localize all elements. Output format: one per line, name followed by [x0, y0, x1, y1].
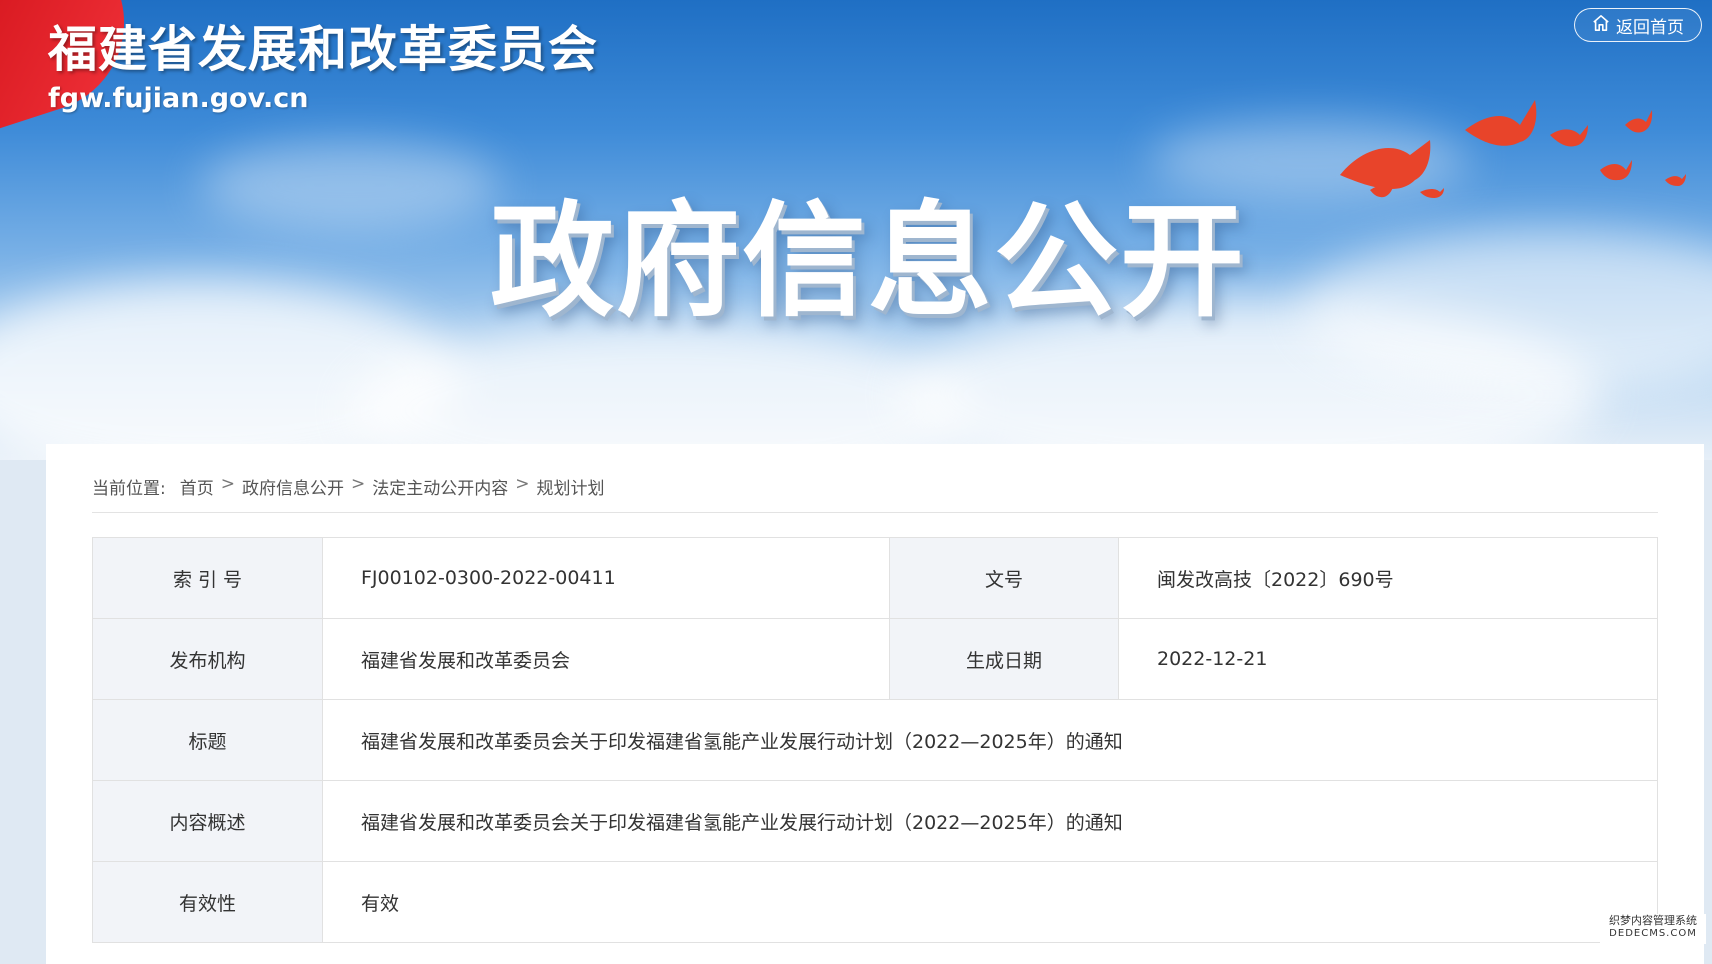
- breadcrumb-label: 当前位置:: [92, 479, 166, 499]
- title-value: 福建省发展和改革委员会关于印发福建省氢能产业发展行动计划（2022—2025年）…: [322, 699, 1658, 781]
- validity-value: 有效: [322, 861, 1658, 943]
- breadcrumb-home[interactable]: 首页: [180, 474, 214, 499]
- watermark-line2: DEDECMS.COM: [1609, 928, 1697, 939]
- site-logo[interactable]: 福建省发展和改革委员会 fgw.fujian.gov.cn: [48, 10, 598, 114]
- header-banner: 福建省发展和改革委员会 fgw.fujian.gov.cn 返回首页 政府信息公…: [0, 0, 1712, 460]
- index-value: FJ00102-0300-2022-00411: [322, 537, 890, 619]
- table-row: 发布机构 福建省发展和改革委员会 生成日期 2022-12-21: [92, 618, 1658, 700]
- cms-watermark: 织梦内容管理系统 DEDECMS.COM: [1600, 914, 1706, 944]
- publisher-value: 福建省发展和改革委员会: [322, 618, 890, 700]
- docnum-value: 闽发改高技〔2022〕690号: [1118, 537, 1658, 619]
- summary-label: 内容概述: [92, 780, 323, 862]
- table-row: 有效性 有效: [92, 861, 1658, 943]
- title-label: 标题: [92, 699, 323, 781]
- site-name: 福建省发展和改革委员会: [48, 20, 599, 78]
- breadcrumb-separator: >: [220, 474, 235, 494]
- validity-label: 有效性: [92, 861, 323, 943]
- breadcrumb-planning[interactable]: 规划计划: [536, 474, 604, 499]
- date-label: 生成日期: [889, 618, 1119, 700]
- breadcrumb-separator: >: [350, 474, 366, 494]
- breadcrumb-gov-info[interactable]: 政府信息公开: [242, 474, 344, 499]
- summary-value: 福建省发展和改革委员会关于印发福建省氢能产业发展行动计划（2022—2025年）…: [322, 780, 1658, 862]
- table-row: 索 引 号 FJ00102-0300-2022-00411 文号 闽发改高技〔2…: [92, 537, 1658, 619]
- publisher-label: 发布机构: [92, 618, 323, 700]
- watermark-line1: 织梦内容管理系统: [1609, 914, 1697, 927]
- index-label: 索 引 号: [92, 537, 323, 619]
- breadcrumb-separator: >: [515, 474, 530, 494]
- table-row: 标题 福建省发展和改革委员会关于印发福建省氢能产业发展行动计划（2022—202…: [92, 699, 1658, 781]
- doves-decoration: [1340, 100, 1686, 198]
- breadcrumb: 当前位置: 首页 > 政府信息公开 > 法定主动公开内容 > 规划计划: [92, 474, 1658, 513]
- docnum-label: 文号: [889, 537, 1119, 619]
- site-url: fgw.fujian.gov.cn: [48, 83, 309, 114]
- content-panel: 当前位置: 首页 > 政府信息公开 > 法定主动公开内容 > 规划计划 索 引 …: [46, 444, 1704, 964]
- date-value: 2022-12-21: [1118, 618, 1658, 700]
- home-icon: [1592, 14, 1610, 37]
- hero-title: 政府信息公开: [490, 190, 1247, 334]
- breadcrumb-statutory[interactable]: 法定主动公开内容: [372, 474, 508, 499]
- home-button-label: 返回首页: [1616, 17, 1684, 38]
- document-info-table: 索 引 号 FJ00102-0300-2022-00411 文号 闽发改高技〔2…: [92, 537, 1658, 943]
- home-button[interactable]: 返回首页: [1574, 8, 1702, 42]
- table-row: 内容概述 福建省发展和改革委员会关于印发福建省氢能产业发展行动计划（2022—2…: [92, 780, 1658, 862]
